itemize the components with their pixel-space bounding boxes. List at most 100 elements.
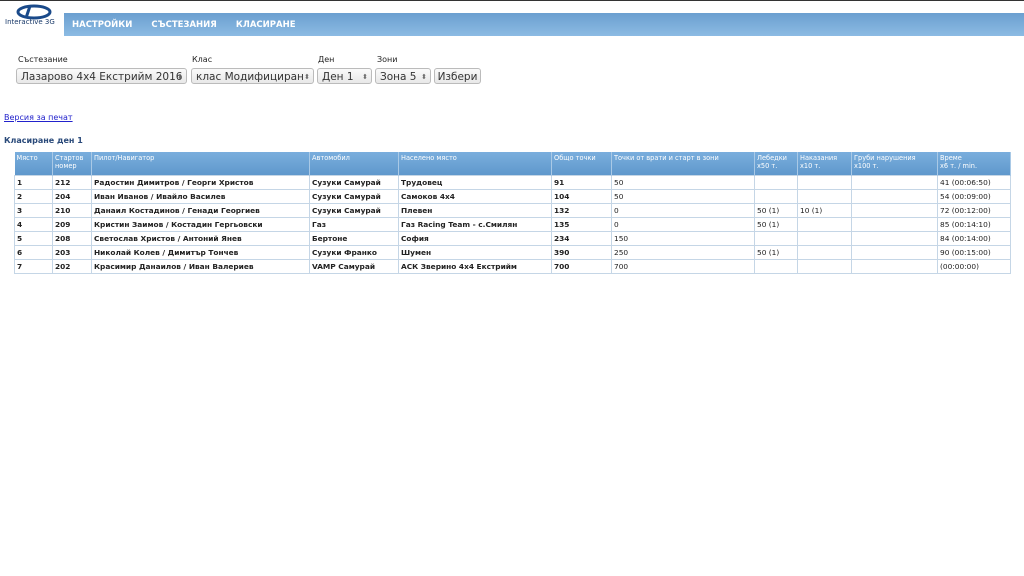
cell-gate-points: 50: [611, 189, 755, 204]
cell-gate-points: 150: [611, 231, 755, 246]
cell-gate-points: 50: [611, 175, 755, 190]
cell-time: 72 (00:12:00): [937, 203, 1011, 218]
cell-penalties: [797, 189, 852, 204]
table-row: 4 209 Кристин Заимов / Костадин Гергьовски…: [14, 217, 1011, 232]
cell-penalties: [797, 175, 852, 190]
header-gate-points: Точки от врати и старт в зони: [611, 152, 755, 176]
header-text: Груби нарушения: [854, 154, 916, 162]
cell-town: Самоков 4x4: [398, 189, 552, 204]
cell-total-points: 132: [551, 203, 612, 218]
header-text: номер: [55, 162, 77, 170]
nav-settings[interactable]: НАСТРОЙКИ: [72, 20, 132, 30]
cell-start-number: 209: [52, 217, 92, 232]
logo-text: Interactive 3G: [5, 18, 55, 26]
header-text: Място: [16, 154, 38, 162]
spinner-icon: ⬍: [421, 73, 427, 81]
cell-car: Сузуки Самурай: [309, 189, 399, 204]
cell-penalties: 10 (1): [797, 203, 852, 218]
header-text: Пилот/Навигатор: [94, 154, 155, 162]
cell-violations: [851, 189, 938, 204]
cell-violations: [851, 259, 938, 274]
cell-place: 3: [14, 203, 53, 218]
cell-time: 84 (00:14:00): [937, 231, 1011, 246]
header-place: Място: [14, 152, 53, 176]
cell-car: Сузуки Франко: [309, 245, 399, 260]
nav-ranking[interactable]: КЛАСИРАНЕ: [236, 20, 296, 30]
nav-competitions[interactable]: СЪСТЕЗАНИЯ: [151, 20, 216, 30]
header-text: Време: [940, 154, 962, 162]
cell-start-number: 203: [52, 245, 92, 260]
header-violations: Груби нарушения x100 т.: [851, 152, 938, 176]
cell-time: (00:00:00): [937, 259, 1011, 274]
cell-car: Сузуки Самурай: [309, 203, 399, 218]
cell-winches: 50 (1): [754, 245, 798, 260]
cell-penalties: [797, 245, 852, 260]
header-text: x10 т.: [800, 162, 821, 170]
cell-town: Трудовец: [398, 175, 552, 190]
header-text: x6 т. / min.: [940, 162, 978, 170]
cell-violations: [851, 203, 938, 218]
cell-winches: 50 (1): [754, 203, 798, 218]
cell-winches: [754, 175, 798, 190]
header-winches: Лебедки x50 т.: [754, 152, 798, 176]
class-select[interactable]: клас Модифициран ⬍: [191, 68, 314, 84]
cell-winches: [754, 189, 798, 204]
cell-total-points: 234: [551, 231, 612, 246]
table-row: 6 203 Николай Колев / Димитър Тончев Сузуки…: [14, 245, 1011, 260]
day-label: Ден: [318, 55, 335, 64]
table-row: 7 202 Красимир Данаилов / Иван Валериев VAM…: [14, 259, 1011, 274]
cell-winches: [754, 231, 798, 246]
section-title: Класиране ден 1: [4, 136, 83, 145]
zones-select[interactable]: Зона 5 ⬍: [375, 68, 431, 84]
main-nav: НАСТРОЙКИ СЪСТЕЗАНИЯ КЛАСИРАНЕ: [64, 13, 1024, 36]
cell-penalties: [797, 259, 852, 274]
cell-total-points: 700: [551, 259, 612, 274]
competition-select[interactable]: Лазарово 4x4 Екстрийм 2016 ⬍: [16, 68, 187, 84]
cell-time: 54 (00:09:00): [937, 189, 1011, 204]
cell-pilot-navigator: Иван Иванов / Ивайло Василев: [91, 189, 310, 204]
cell-place: 6: [14, 245, 53, 260]
header-text: Общо точки: [554, 154, 596, 162]
cell-place: 4: [14, 217, 53, 232]
cell-start-number: 204: [52, 189, 92, 204]
logo-icon: [16, 4, 52, 20]
cell-winches: [754, 259, 798, 274]
spinner-icon: ⬍: [362, 73, 368, 81]
print-version-link[interactable]: Версия за печат: [4, 113, 73, 122]
competition-value: Лазарово 4x4 Екстрийм 2016: [21, 71, 183, 83]
ranking-table: Място Стартов номер Пилот/Навигатор Автомоби…: [14, 152, 1011, 274]
table-row: 2 204 Иван Иванов / Ивайло Василев Сузуки С…: [14, 189, 1011, 204]
cell-total-points: 135: [551, 217, 612, 232]
cell-start-number: 208: [52, 231, 92, 246]
cell-car: Сузуки Самурай: [309, 175, 399, 190]
header-total-points: Общо точки: [551, 152, 612, 176]
cell-car: VAMP Самурай: [309, 259, 399, 274]
header-car: Автомобил: [309, 152, 399, 176]
header-text: Населено място: [401, 154, 457, 162]
cell-gate-points: 0: [611, 203, 755, 218]
cell-time: 85 (00:14:10): [937, 217, 1011, 232]
cell-violations: [851, 217, 938, 232]
header-start-number: Стартов номер: [52, 152, 92, 176]
day-select[interactable]: Ден 1 ⬍: [317, 68, 372, 84]
header-text: Лебедки: [757, 154, 787, 162]
table-row: 1 212 Радостин Димитров / Георги Христов Су…: [14, 175, 1011, 190]
cell-place: 2: [14, 189, 53, 204]
cell-car: Бертоне: [309, 231, 399, 246]
cell-gate-points: 0: [611, 217, 755, 232]
cell-violations: [851, 231, 938, 246]
cell-town: София: [398, 231, 552, 246]
cell-penalties: [797, 231, 852, 246]
zones-value: Зона 5: [380, 71, 417, 83]
table-row: 3 210 Данаил Костадинов / Генади Георгиев С…: [14, 203, 1011, 218]
cell-town: Газ Racing Team - с.Смилян: [398, 217, 552, 232]
select-button[interactable]: Избери: [434, 68, 481, 84]
header-time: Време x6 т. / min.: [937, 152, 1011, 176]
header-text: x100 т.: [854, 162, 879, 170]
cell-pilot-navigator: Данаил Костадинов / Генади Георгиев: [91, 203, 310, 218]
header-text: x50 т.: [757, 162, 778, 170]
cell-violations: [851, 175, 938, 190]
cell-pilot-navigator: Светослав Христов / Антоний Янев: [91, 231, 310, 246]
header-town: Населено място: [398, 152, 552, 176]
cell-total-points: 390: [551, 245, 612, 260]
